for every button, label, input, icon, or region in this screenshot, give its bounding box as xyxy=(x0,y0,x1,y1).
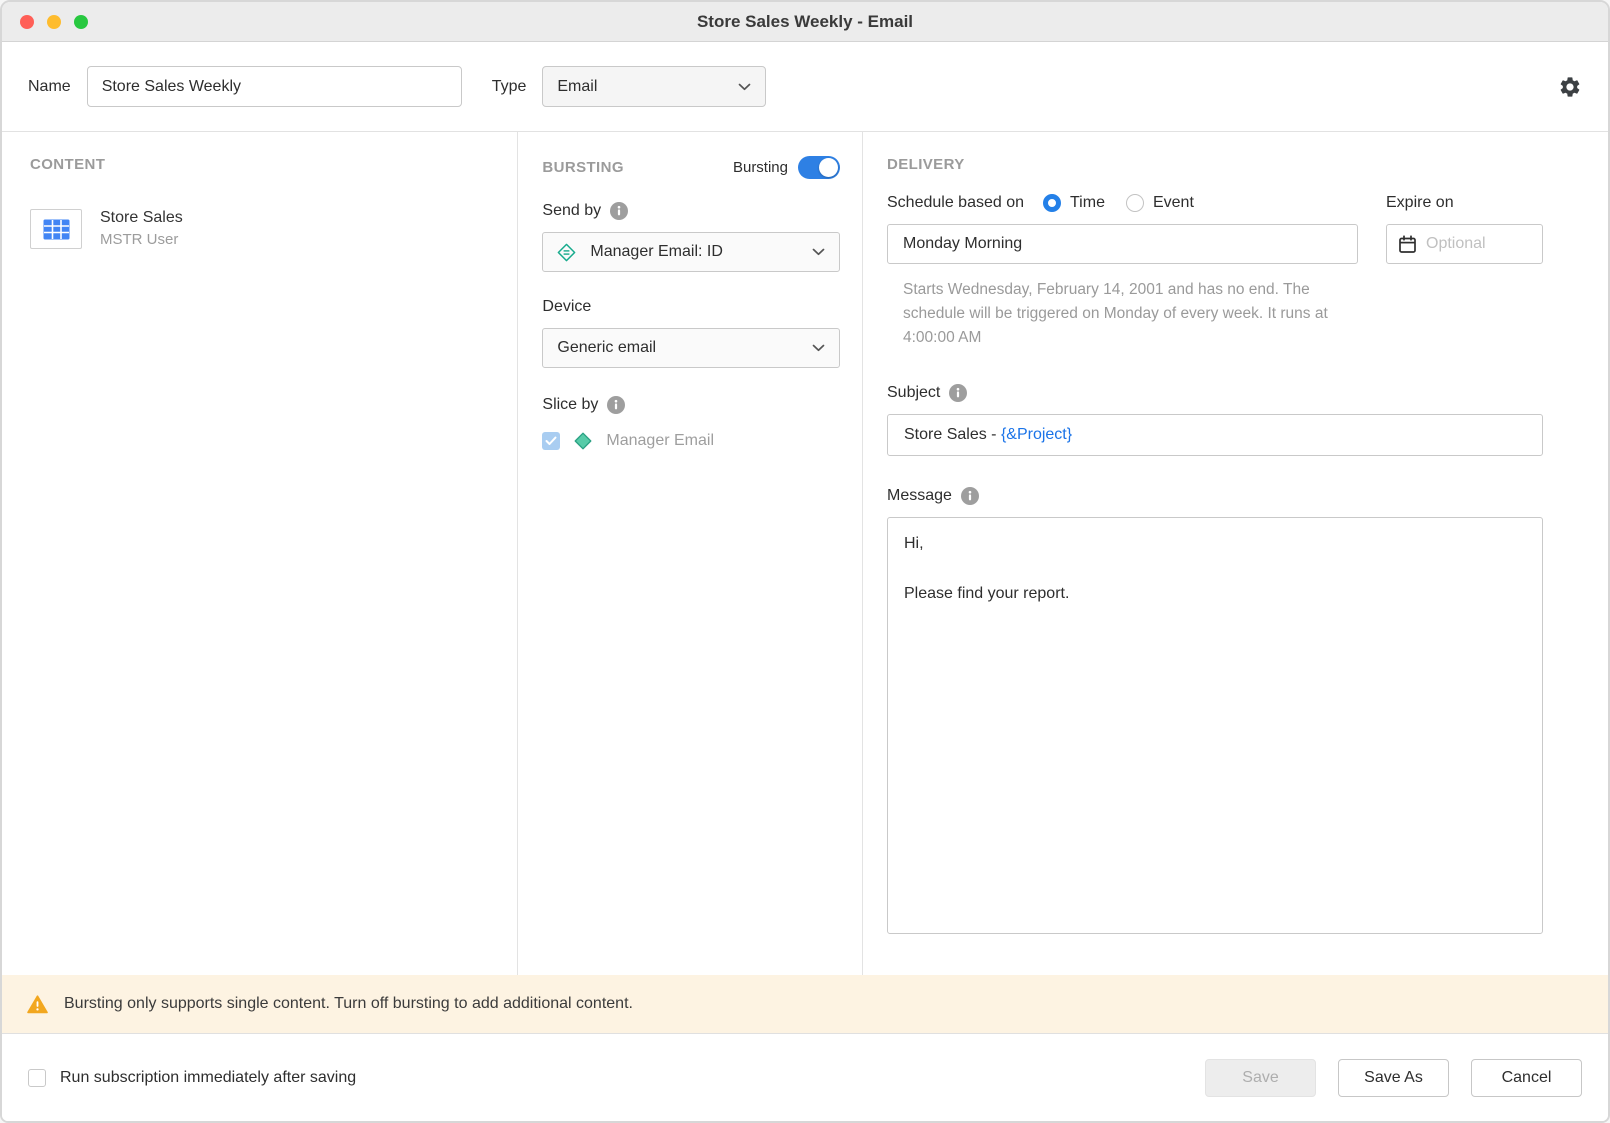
message-label: Message xyxy=(887,487,952,505)
traffic-lights xyxy=(20,2,88,41)
info-icon[interactable] xyxy=(961,487,979,505)
radio-event-label[interactable]: Event xyxy=(1153,194,1194,212)
zoom-window-icon[interactable] xyxy=(74,15,88,29)
delivery-panel: DELIVERY Schedule based on Time Event Ex… xyxy=(863,132,1608,975)
schedule-description: Starts Wednesday, February 14, 2001 and … xyxy=(903,278,1368,350)
grid-report-icon xyxy=(30,209,82,249)
content-panel: CONTENT Store Sales MSTR User xyxy=(2,132,518,975)
delivery-heading: DELIVERY xyxy=(887,156,1543,173)
minimize-window-icon[interactable] xyxy=(47,15,61,29)
type-selected-value: Email xyxy=(557,78,597,96)
send-by-select[interactable]: Manager Email: ID xyxy=(542,232,840,272)
slice-by-item-row: Manager Email xyxy=(542,432,840,450)
subject-label: Subject xyxy=(887,384,940,402)
title-bar: Store Sales Weekly - Email xyxy=(2,2,1608,42)
chevron-down-icon xyxy=(812,243,825,261)
save-as-button[interactable]: Save As xyxy=(1338,1059,1449,1097)
schedule-inputs-row xyxy=(887,224,1543,264)
content-item-meta: Store Sales MSTR User xyxy=(100,209,183,248)
attribute-diamond-filled-icon xyxy=(574,432,592,450)
save-button[interactable]: Save xyxy=(1205,1059,1316,1097)
content-heading: CONTENT xyxy=(30,156,489,173)
slice-by-checkbox[interactable] xyxy=(542,432,560,450)
warning-icon xyxy=(27,995,48,1014)
bursting-toggle[interactable] xyxy=(798,156,840,179)
slice-by-item-label: Manager Email xyxy=(606,432,714,450)
name-label: Name xyxy=(28,78,71,96)
toggle-knob xyxy=(819,158,838,177)
info-icon[interactable] xyxy=(949,384,967,402)
device-selected-value: Generic email xyxy=(557,339,656,357)
bursting-header-row: BURSTING Bursting xyxy=(542,156,840,179)
radio-time[interactable] xyxy=(1043,194,1061,212)
chevron-down-icon xyxy=(812,339,825,357)
schedule-labels-row: Schedule based on Time Event Expire on xyxy=(887,194,1543,212)
subscription-editor-window: Store Sales Weekly - Email Name Type Ema… xyxy=(0,0,1610,1123)
warning-text: Bursting only supports single content. T… xyxy=(64,995,633,1013)
send-by-label: Send by xyxy=(542,202,601,220)
type-label: Type xyxy=(492,78,527,96)
cancel-button[interactable]: Cancel xyxy=(1471,1059,1582,1097)
bursting-panel: BURSTING Bursting Send by Manager Email:… xyxy=(518,132,863,975)
type-select[interactable]: Email xyxy=(542,66,766,107)
subject-input[interactable]: Store Sales - {&Project} xyxy=(887,414,1543,456)
schedule-input[interactable] xyxy=(887,224,1358,264)
message-label-row: Message xyxy=(887,487,1543,505)
slice-by-label-row: Slice by xyxy=(542,396,840,414)
content-item-owner: MSTR User xyxy=(100,231,183,248)
message-textarea[interactable]: Hi, Please find your report. xyxy=(887,517,1543,934)
content-item-title: Store Sales xyxy=(100,209,183,227)
expire-on-label: Expire on xyxy=(1386,194,1454,212)
main-panels: CONTENT Store Sales MSTR User xyxy=(2,132,1608,975)
bursting-toggle-label: Bursting xyxy=(733,159,788,176)
footer-bar: Run subscription immediately after savin… xyxy=(2,1033,1608,1121)
send-by-selected-value: Manager Email: ID xyxy=(590,243,723,261)
expire-on-field[interactable] xyxy=(1386,224,1543,264)
subject-project-macro: {&Project} xyxy=(1001,426,1072,444)
calendar-icon xyxy=(1398,235,1417,254)
footer-buttons: Save Save As Cancel xyxy=(1205,1059,1582,1097)
window-title: Store Sales Weekly - Email xyxy=(697,12,913,32)
radio-time-label[interactable]: Time xyxy=(1070,194,1105,212)
radio-event[interactable] xyxy=(1126,194,1144,212)
close-window-icon[interactable] xyxy=(20,15,34,29)
send-by-label-row: Send by xyxy=(542,202,840,220)
warning-bar: Bursting only supports single content. T… xyxy=(2,975,1608,1033)
subject-text: Store Sales - xyxy=(904,426,1001,444)
device-label-row: Device xyxy=(542,298,840,316)
content-item-store-sales[interactable]: Store Sales MSTR User xyxy=(30,209,489,249)
run-immediately-label[interactable]: Run subscription immediately after savin… xyxy=(60,1069,356,1087)
bursting-heading: BURSTING xyxy=(542,159,624,176)
slice-by-label: Slice by xyxy=(542,396,598,414)
chevron-down-icon xyxy=(738,78,751,96)
bursting-toggle-group: Bursting xyxy=(733,156,840,179)
expire-on-input[interactable] xyxy=(1426,235,1526,253)
name-input[interactable] xyxy=(87,66,462,107)
info-icon[interactable] xyxy=(607,396,625,414)
device-label: Device xyxy=(542,298,591,316)
schedule-based-on-group: Schedule based on Time Event xyxy=(887,194,1358,212)
schedule-based-on-label: Schedule based on xyxy=(887,194,1024,212)
info-icon[interactable] xyxy=(610,202,628,220)
header-bar: Name Type Email xyxy=(2,42,1608,132)
device-select[interactable]: Generic email xyxy=(542,328,840,368)
run-immediately-checkbox[interactable] xyxy=(28,1069,46,1087)
attribute-diamond-icon xyxy=(557,243,576,262)
check-icon xyxy=(545,436,557,446)
settings-gear-icon[interactable] xyxy=(1558,75,1582,99)
subject-label-row: Subject xyxy=(887,384,1543,402)
